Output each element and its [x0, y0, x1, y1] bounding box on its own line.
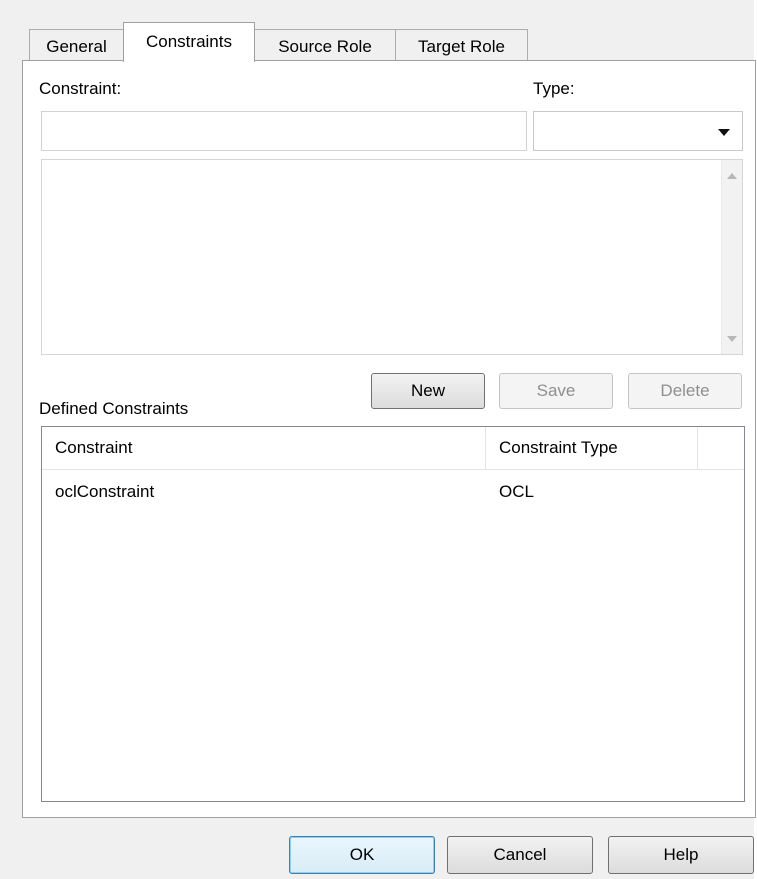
tab-source-role[interactable]: Source Role — [254, 29, 396, 61]
new-button[interactable]: New — [371, 373, 485, 409]
scroll-up-arrow-icon[interactable] — [727, 173, 737, 179]
column-divider[interactable] — [697, 427, 698, 469]
cancel-button[interactable]: Cancel — [447, 836, 593, 874]
help-button[interactable]: Help — [608, 836, 754, 874]
constraints-panel: Constraint: Type: Defined Constraints Ne… — [22, 60, 756, 818]
delete-button[interactable]: Delete — [628, 373, 742, 409]
constraint-label: Constraint: — [39, 79, 122, 98]
ok-button[interactable]: OK — [289, 836, 435, 874]
save-button[interactable]: Save — [499, 373, 613, 409]
type-select[interactable] — [533, 111, 743, 151]
tab-constraints[interactable]: Constraints — [123, 22, 255, 62]
chevron-down-icon — [718, 129, 730, 136]
constraint-name-input[interactable] — [41, 111, 527, 151]
column-header-constraint[interactable]: Constraint — [42, 427, 485, 469]
column-header-constraint-type[interactable]: Constraint Type — [486, 427, 697, 469]
scroll-down-arrow-icon[interactable] — [727, 336, 737, 342]
type-label: Type: — [533, 79, 575, 98]
list-header: Constraint Constraint Type — [42, 427, 744, 470]
constraint-text-editor[interactable] — [41, 159, 743, 355]
table-row[interactable]: oclConstraint OCL — [42, 477, 744, 507]
defined-constraints-list[interactable]: Constraint Constraint Type oclConstraint… — [41, 426, 745, 802]
row-constraint-name: oclConstraint — [55, 482, 155, 501]
defined-constraints-label: Defined Constraints — [39, 399, 189, 418]
tab-general[interactable]: General — [29, 29, 124, 61]
row-constraint-type: OCL — [499, 482, 534, 501]
tab-target-role[interactable]: Target Role — [395, 29, 528, 61]
editor-scrollbar[interactable] — [721, 160, 742, 354]
